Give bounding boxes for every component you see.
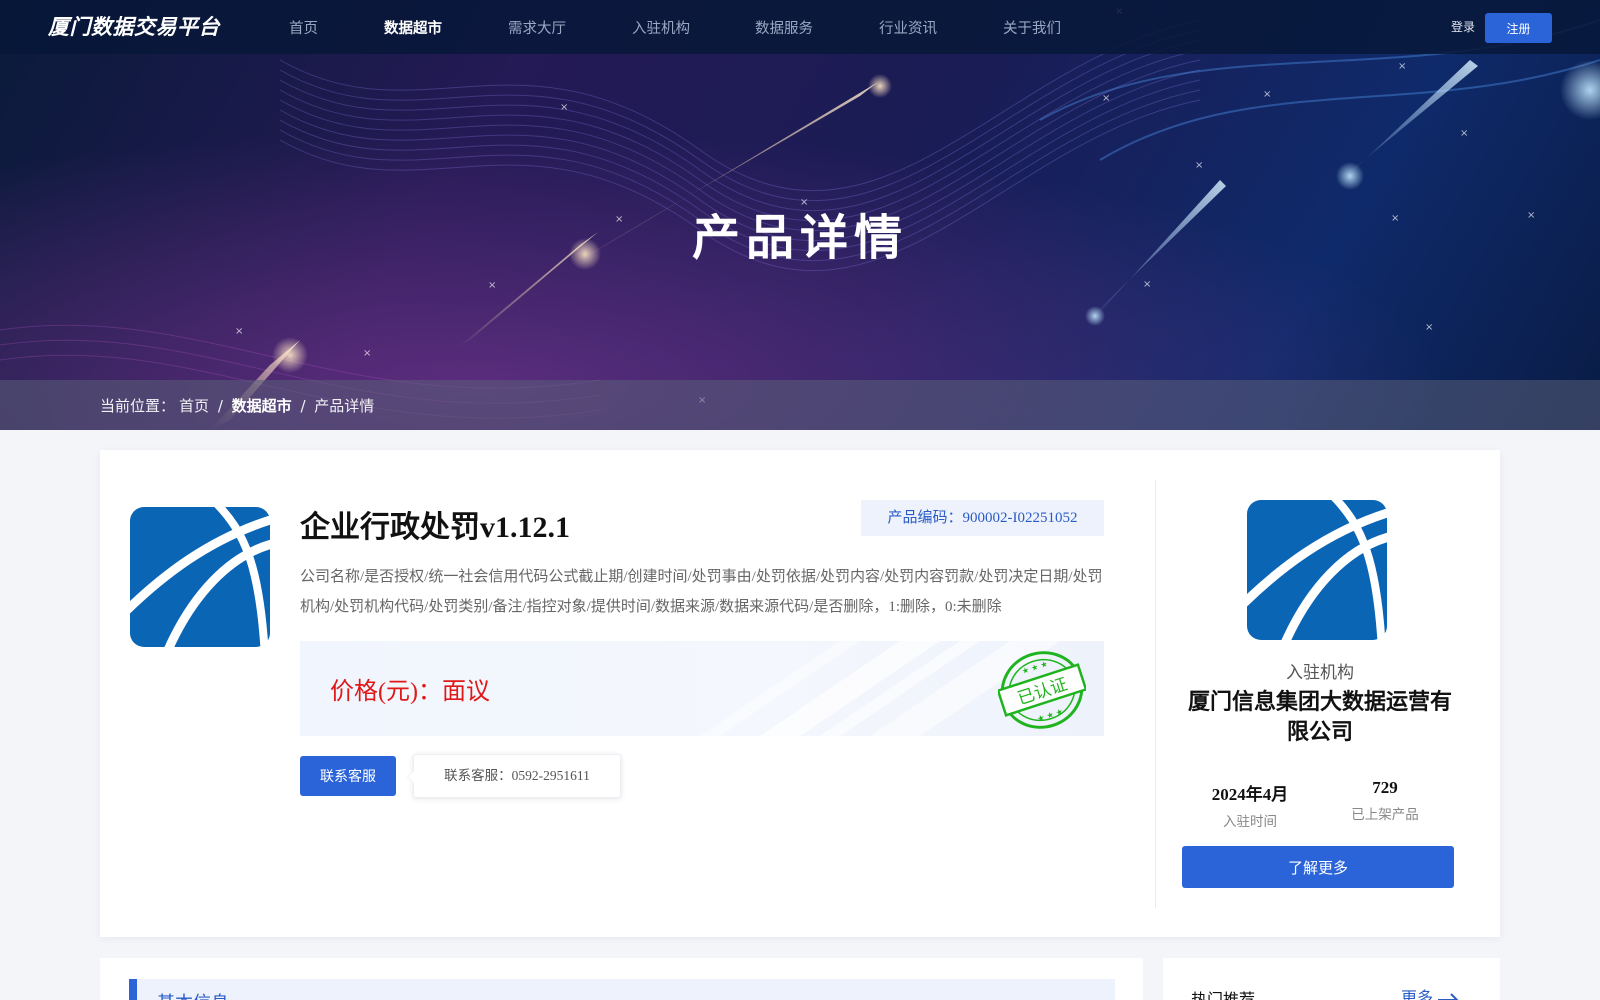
svg-text:★ ★ ★: ★ ★ ★ [1021,659,1049,676]
price: 价格(元)：面议 [330,671,490,706]
product-code-value: 900002-I02251052 [962,510,1078,526]
breadcrumb-separator: / [217,397,223,415]
nav-item-home[interactable]: 首页 [289,17,318,38]
join-date-value: 2024年4月 [1211,785,1289,804]
basic-info-title: 基本信息 [157,989,229,1000]
learn-more-button[interactable]: 了解更多 [1182,846,1454,888]
product-count-value: 729 [1372,778,1398,797]
breadcrumb-item-home[interactable]: 首页 [179,397,209,415]
svg-text:×: × [488,280,496,291]
svg-text:×: × [1425,322,1433,333]
product-detail-card: 企业行政处罚v1.12.1 产品编码：900002-I02251052 公司名称… [100,450,1500,937]
breadcrumb-bar: 当前位置： 首页 / 数据超市 / 产品详情 [0,380,1600,430]
svg-text:×: × [560,102,568,113]
breadcrumb-prefix: 当前位置： [100,397,176,415]
basic-info-card: 基本信息 [100,958,1143,1000]
nav-item-data-services[interactable]: 数据服务 [755,17,813,38]
more-link[interactable]: 更多 [1401,984,1459,1000]
nav-item-data-market[interactable]: 数据超市 [384,17,442,38]
svg-text:×: × [235,326,243,337]
breadcrumb-separator: / [300,397,306,415]
nav-item-about-us[interactable]: 关于我们 [1003,17,1061,38]
product-title: 企业行政处罚v1.12.1 [300,511,570,544]
svg-text:×: × [1102,93,1110,104]
svg-text:×: × [1398,61,1406,72]
product-code-badge: 产品编码：900002-I02251052 [861,500,1104,536]
contact-support-button[interactable]: 联系客服 [300,756,396,796]
hot-recommendations-title: 热门推荐 [1191,986,1255,1000]
product-count-stat: 729 已上架产品 [1315,778,1455,823]
breadcrumb: 当前位置： 首页 / 数据超市 / 产品详情 [100,395,378,416]
organization-name[interactable]: 厦门信息集团大数据运营有限公司 [1180,687,1460,747]
svg-text:×: × [1460,128,1468,139]
price-label: 价格(元)： [330,679,442,705]
price-panel: 价格(元)：面议 已认证 ★ ★ ★ ★ ★ ★ [300,641,1104,736]
arrow-right-icon [1438,993,1459,1000]
register-button[interactable]: 注册 [1485,13,1552,43]
organization-section-label: 入驻机构 [1286,663,1354,682]
price-value: 面议 [441,679,490,705]
nav-item-industry-news[interactable]: 行业资讯 [879,17,937,38]
page-title: 产品详情 [691,210,908,266]
more-link-label: 更多 [1401,990,1434,1000]
product-code-label: 产品编码： [887,510,963,526]
breadcrumb-item-data-market[interactable]: 数据超市 [232,397,292,415]
login-link[interactable]: 登录 [1451,18,1475,35]
svg-text:×: × [1143,279,1151,290]
svg-text:×: × [1263,89,1271,100]
hot-recommendations-card: 热门推荐 更多 [1163,958,1500,1000]
product-description: 公司名称/是否授权/统一社会信用代码公式截止期/创建时间/处罚事由/处罚依据/处… [300,569,1103,615]
join-date-stat: 2024年4月 入驻时间 [1180,780,1320,830]
svg-text:×: × [363,348,371,359]
organization-logo-icon [1247,500,1387,640]
contact-support-tooltip: 联系客服：0592-2951611 [407,754,621,798]
nav-item-demand-hall[interactable]: 需求大厅 [508,17,566,38]
top-navbar: 厦门数据交易平台 首页 数据超市 需求大厅 入驻机构 数据服务 行业资讯 关于我… [0,0,1600,54]
hero-banner: ××× ××× ××× ××× ××× ×× 厦门数据交易平台 首页 数据超市 … [0,0,1600,430]
section-accent-bar [129,979,137,1000]
brand-logo[interactable]: 厦门数据交易平台 [48,11,220,41]
certified-stamp-icon: 已认证 ★ ★ ★ ★ ★ ★ [998,651,1086,729]
product-count-label: 已上架产品 [1351,807,1419,822]
svg-text:×: × [1195,160,1203,171]
basic-info-header: 基本信息 [129,979,1115,1000]
nav-item-institutions[interactable]: 入驻机构 [632,17,690,38]
breadcrumb-item-current: 产品详情 [314,397,375,415]
join-date-label: 入驻时间 [1223,814,1277,829]
divider [1155,480,1156,908]
company-logo-icon [130,507,270,647]
